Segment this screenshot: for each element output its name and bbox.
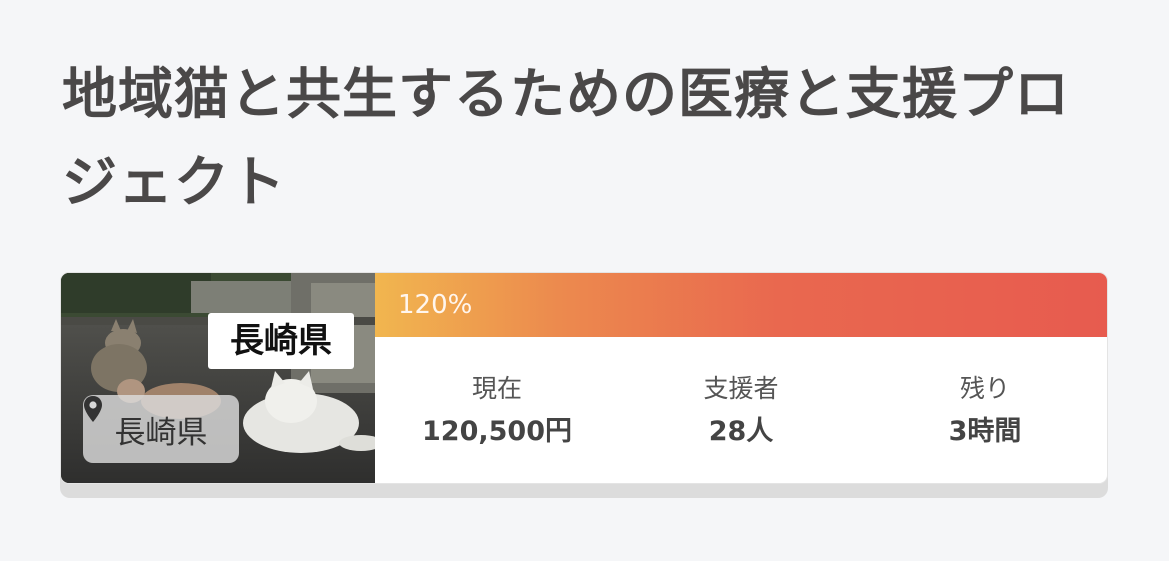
stat-time-remaining: 残り 3時間 <box>863 337 1107 483</box>
stat-value: 120,500円 <box>422 416 572 447</box>
map-pin-icon <box>84 396 102 422</box>
stat-supporters: 支援者 28人 <box>619 337 863 483</box>
project-card[interactable]: 長崎県 長崎県 120% 現在 120,500円 支援者 28人 残り 3時間 <box>60 272 1108 484</box>
stat-label: 現在 <box>471 374 522 403</box>
stat-value: 28人 <box>708 416 774 447</box>
project-thumbnail[interactable]: 長崎県 長崎県 <box>61 273 375 483</box>
prefecture-label: 長崎県 <box>208 313 354 369</box>
stat-label: 残り <box>959 374 1010 403</box>
page-title[interactable]: 地域猫と共生するための医療と支援プロジェクト <box>62 50 1122 226</box>
funding-progress-bar: 120% <box>375 273 1107 337</box>
location-text: 長崎県 <box>114 414 208 451</box>
stat-label: 支援者 <box>703 374 779 403</box>
stat-current-amount: 現在 120,500円 <box>375 337 619 483</box>
stat-value: 3時間 <box>948 416 1022 447</box>
stats-row: 現在 120,500円 支援者 28人 残り 3時間 <box>375 337 1107 483</box>
progress-fill <box>375 273 1107 337</box>
progress-percent: 120% <box>398 290 473 320</box>
location-badge[interactable]: 長崎県 <box>83 395 239 463</box>
